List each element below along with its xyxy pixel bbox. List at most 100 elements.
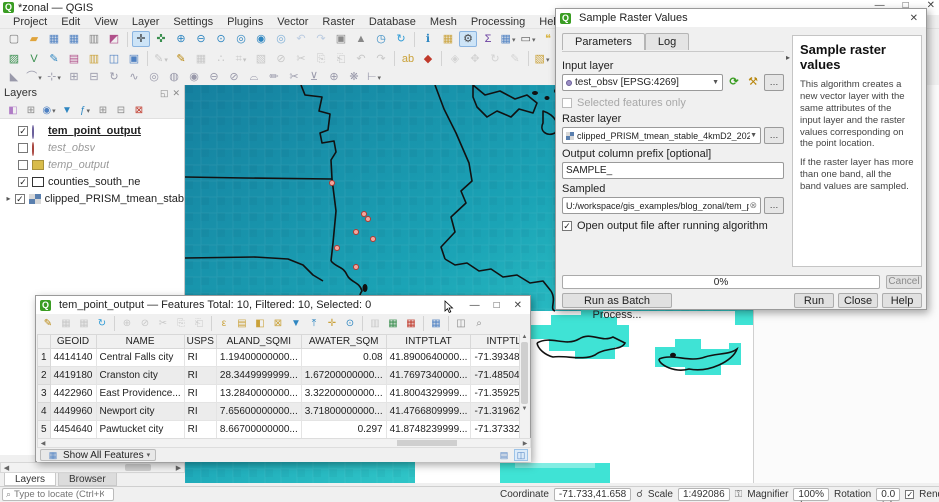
scale-combo[interactable]: 1:492086 ▼: [678, 488, 730, 501]
delete-selected-icon[interactable]: ⊘: [272, 51, 290, 67]
add-feature-icon[interactable]: ⊕: [119, 316, 135, 331]
digitize-shape-icon[interactable]: ⌒: [25, 69, 43, 85]
toggle-editing-icon[interactable]: ✎: [172, 51, 190, 67]
locator-input[interactable]: [14, 489, 104, 500]
sampled-browse-button[interactable]: …: [764, 197, 784, 214]
copy-features-icon[interactable]: ⎘: [312, 51, 330, 67]
cell-intptlat[interactable]: 41.4766809999...: [386, 403, 471, 421]
rotate-feature-icon[interactable]: ↻: [105, 69, 123, 85]
cell-geoid[interactable]: 4422960: [50, 385, 96, 403]
fill-ring-icon[interactable]: ◉: [185, 69, 203, 85]
add-ring-icon[interactable]: ◎: [145, 69, 163, 85]
add-virtual-layer-icon[interactable]: ▣: [125, 51, 143, 67]
cell-name[interactable]: Newport city: [96, 403, 184, 421]
attribute-table-hscrollbar[interactable]: ◀▶: [37, 438, 531, 448]
cell-name[interactable]: Central Falls city: [96, 349, 184, 367]
cancel-button[interactable]: Cancel: [886, 275, 922, 289]
cell-intptlong[interactable]: -71.3592579999...: [471, 385, 521, 403]
data-source-manager-icon[interactable]: ▨: [5, 51, 23, 67]
save-project-icon[interactable]: ▦: [45, 31, 63, 47]
dock-tab-layers[interactable]: Layers: [4, 473, 56, 486]
new-map-view-icon[interactable]: ▣: [332, 31, 350, 47]
field-calculator-icon[interactable]: ▦: [428, 316, 444, 331]
select-features-icon[interactable]: ▧: [533, 51, 551, 67]
offset-curve-icon[interactable]: ⌓: [245, 69, 263, 85]
row-number[interactable]: 3: [38, 385, 51, 403]
table-row[interactable]: 24419180Cranston cityRI28.3449999999...1…: [38, 367, 522, 385]
menu-view[interactable]: View: [87, 16, 125, 28]
label-pin-icon[interactable]: ◆: [419, 51, 437, 67]
zoom-native-icon[interactable]: ⊙: [212, 31, 230, 47]
redo-icon[interactable]: ↷: [372, 51, 390, 67]
table-settings-icon[interactable]: ⌕: [471, 316, 487, 331]
open-output-checkbox[interactable]: [562, 221, 572, 231]
cell-intptlong[interactable]: -71.3733229999...: [471, 421, 521, 439]
layer-visibility-checkbox[interactable]: [18, 160, 28, 170]
add-mesh-layer-icon[interactable]: ▤: [65, 51, 83, 67]
column-header-geoid[interactable]: GEOID: [50, 335, 96, 349]
highlight-pinned-labels-icon[interactable]: ◈: [446, 51, 464, 67]
attribute-grid[interactable]: GEOIDNAMEUSPSALAND_SQMIAWATER_SQMINTPTLA…: [37, 334, 521, 438]
layer-item-tem_point_output[interactable]: tem_point_output: [0, 122, 184, 139]
trim-extend-icon[interactable]: ⊢: [365, 69, 383, 85]
open-layer-styling-icon[interactable]: ◧: [5, 103, 21, 117]
cell-intptlat[interactable]: 41.8900640000...: [386, 349, 471, 367]
menu-processing[interactable]: Processing: [464, 16, 532, 28]
move-selection-top-icon[interactable]: ⤒: [306, 316, 322, 331]
cell-usps[interactable]: RI: [184, 421, 216, 439]
collapse-all-icon[interactable]: ⊟: [113, 103, 129, 117]
pan-to-selection-icon[interactable]: ✜: [152, 31, 170, 47]
manage-map-themes-icon[interactable]: ◉: [41, 103, 57, 117]
merge-features-icon[interactable]: ⊕: [325, 69, 343, 85]
mouse-position-icon[interactable]: ☌: [636, 489, 643, 500]
column-header-intptlong[interactable]: INTPTLONG: [471, 335, 521, 349]
cell-aland_sqmi[interactable]: 8.66700000000...: [216, 421, 301, 439]
paste-icon[interactable]: ⎗: [191, 316, 207, 331]
locator-search[interactable]: ⌕: [2, 488, 114, 501]
expand-all-icon[interactable]: ⊞: [95, 103, 111, 117]
simplify-feature-icon[interactable]: ∿: [125, 69, 143, 85]
delete-feature-icon[interactable]: ⊘: [137, 316, 153, 331]
menu-mesh[interactable]: Mesh: [423, 16, 464, 28]
attr-close-button[interactable]: ✕: [514, 300, 522, 311]
panel-close-icon[interactable]: ✕: [172, 88, 180, 99]
raster-layer-combo[interactable]: clipped_PRISM_tmean_stable_4kmD2_2020010…: [562, 127, 761, 144]
filter-select-icon[interactable]: ▼: [288, 316, 304, 331]
save-layer-edits-icon[interactable]: ▦: [192, 51, 210, 67]
cell-aland_sqmi[interactable]: 1.19400000000...: [216, 349, 301, 367]
prefix-input[interactable]: SAMPLE_: [562, 162, 784, 179]
move-label-icon[interactable]: ✥: [466, 51, 484, 67]
table-row[interactable]: 54454640Pawtucket cityRI8.66700000000...…: [38, 421, 522, 439]
temporal-controller-icon[interactable]: ◷: [372, 31, 390, 47]
layer-visibility-checkbox[interactable]: [15, 194, 25, 204]
row-number[interactable]: 2: [38, 367, 51, 385]
add-postgis-layer-icon[interactable]: ◫: [105, 51, 123, 67]
copy-move-feature-icon[interactable]: ⊟: [85, 69, 103, 85]
close-button[interactable]: ✕: [927, 0, 935, 11]
zoom-last-icon[interactable]: ↶: [292, 31, 310, 47]
new-field-icon[interactable]: ▦: [385, 316, 401, 331]
layer-labeling-icon[interactable]: ab: [399, 51, 417, 67]
menu-raster[interactable]: Raster: [315, 16, 361, 28]
split-features-icon[interactable]: ✂: [285, 69, 303, 85]
menu-plugins[interactable]: Plugins: [220, 16, 270, 28]
cell-awater_sqm[interactable]: 0.297: [301, 421, 386, 439]
select-by-expression-icon[interactable]: ε: [216, 316, 232, 331]
cell-awater_sqm[interactable]: 1.67200000000...: [301, 367, 386, 385]
cell-name[interactable]: Pawtucket city: [96, 421, 184, 439]
attribute-tools-icon[interactable]: ▦: [499, 31, 517, 47]
menu-edit[interactable]: Edit: [54, 16, 87, 28]
statistics-icon[interactable]: Σ: [479, 31, 497, 47]
row-number[interactable]: 5: [38, 421, 51, 439]
tab-parameters[interactable]: Parameters: [562, 33, 645, 50]
add-raster-layer-icon[interactable]: ✎: [45, 51, 63, 67]
attr-maximize-button[interactable]: □: [494, 300, 500, 311]
digitize-icon[interactable]: ∴: [212, 51, 230, 67]
zoom-to-selected-icon[interactable]: ⊙: [342, 316, 358, 331]
cut-icon[interactable]: ✂: [155, 316, 171, 331]
select-all-icon[interactable]: ▤: [234, 316, 250, 331]
processing-toolbox-icon[interactable]: ⚙: [459, 31, 477, 47]
column-header-awater_sqm[interactable]: AWATER_SQM: [301, 335, 386, 349]
dialog-titlebar[interactable]: Q Sample Raster Values ✕: [556, 9, 926, 27]
current-edits-icon[interactable]: ✎: [152, 51, 170, 67]
